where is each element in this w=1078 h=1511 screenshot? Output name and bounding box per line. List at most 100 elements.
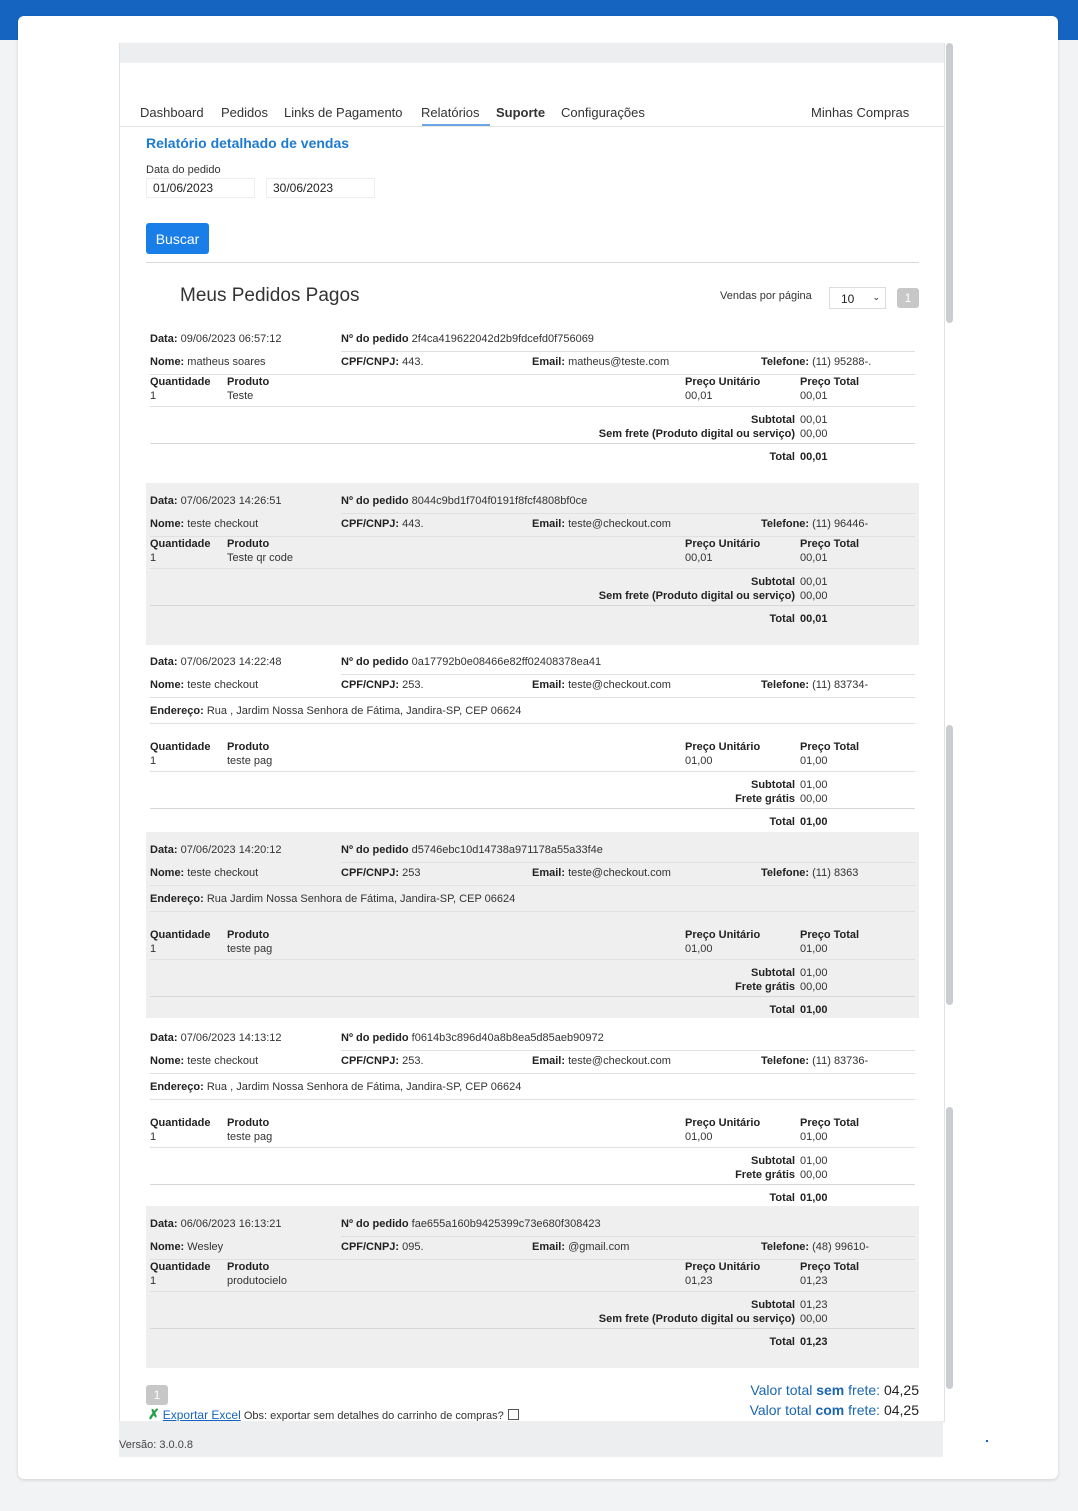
subtotal-label: Subtotal [751,414,795,426]
date-to-input[interactable] [266,178,375,198]
order-date: Data: 06/06/2023 16:13:21 [150,1218,282,1230]
version-text: Versão: 3.0.0.8 [119,1439,193,1451]
scrollbar-thumb-mid[interactable] [946,725,953,1005]
per-page-value: 10 [841,292,855,306]
item-product: teste pag [227,755,273,767]
shipping-value: 00,00 [800,428,828,440]
item-qty: 1 [150,755,157,767]
order-block: Data: 06/06/2023 16:13:21 Nº do pedido fa… [146,1206,919,1368]
nav-minhas-compras[interactable]: Minhas Compras [811,105,909,120]
shipping-label: Frete grátis [735,1169,795,1181]
item-product: teste pag [227,1131,273,1143]
total-label: Total [769,816,795,828]
shipping-value: 00,00 [800,981,828,993]
product-header: Produto [227,376,270,388]
unit-price-header: Preço Unitário [685,929,761,941]
qty-header: Quantidade [150,1261,211,1273]
order-cpf: CPF/CNPJ: 253 [341,867,421,879]
subtotal-label: Subtotal [751,1299,795,1311]
unit-price-header: Preço Unitário [685,538,761,550]
shipping-value: 00,00 [800,590,828,602]
chevron-down-icon: ⌄ [872,292,880,302]
shipping-value: 00,00 [800,1313,828,1325]
shipping-label: Sem frete (Produto digital ou serviço) [598,590,795,602]
nav-dashboard[interactable]: Dashboard [140,105,204,120]
shipping-label: Sem frete (Produto digital ou serviço) [598,1313,795,1325]
order-date: Data: 07/06/2023 14:22:48 [150,656,282,668]
search-button[interactable]: Buscar [146,223,209,254]
qty-header: Quantidade [150,1117,211,1129]
total-label: Total [769,1336,795,1348]
nav-links-pagamento[interactable]: Links de Pagamento [284,105,403,120]
item-unit-price: 01,00 [685,943,713,955]
order-email: Email: teste@checkout.com [532,518,671,530]
total-label: Total [769,1192,795,1204]
item-product: Teste [227,390,254,402]
total-label: Total [769,451,795,463]
nav-configuracoes[interactable]: Configurações [561,105,645,120]
order-block: Data: 09/06/2023 06:57:12 Nº do pedido 2f… [146,321,919,464]
export-checkbox[interactable] [507,1409,519,1420]
total-value: 01,00 [800,1004,828,1016]
item-total-price: 01,00 [800,1131,828,1143]
pagination-bottom-page[interactable]: 1 [146,1385,168,1405]
order-phone: Telefone: (11) 8363 [761,867,859,879]
order-block: Data: 07/06/2023 14:22:48 Nº do pedido 0a… [146,644,919,828]
pagination-top-page[interactable]: 1 [897,288,919,308]
list-title: Meus Pedidos Pagos [180,285,360,306]
total-value: 01,00 [800,816,828,828]
order-address: Endereço: Rua , Jardim Nossa Senhora de … [150,705,522,717]
order-address: Endereço: Rua Jardim Nossa Senhora de Fá… [150,893,516,905]
nav-suporte[interactable]: Suporte [496,105,545,120]
total-value: 01,23 [800,1336,828,1348]
scrollbar-thumb-top[interactable] [946,43,953,323]
order-date: Data: 09/06/2023 06:57:12 [150,333,282,345]
order-cpf: CPF/CNPJ: 253. [341,1055,424,1067]
scrollbar[interactable] [946,43,954,1403]
nav-relatorios[interactable]: Relatórios [421,105,480,120]
total-price-header: Preço Total [800,1261,860,1273]
item-total-price: 01,23 [800,1275,828,1287]
order-cpf: CPF/CNPJ: 095. [341,1241,424,1253]
order-customer-name: Nome: teste checkout [150,1055,259,1067]
order-phone: Telefone: (11) 96446- [761,518,869,530]
order-date: Data: 07/06/2023 14:20:12 [150,844,282,856]
nav-divider [120,126,944,127]
order-id: Nº do pedido 0a17792b0e08466e82ff0240837… [341,656,602,668]
order-phone: Telefone: (11) 83734- [761,679,869,691]
total-value: 01,00 [800,1192,828,1204]
qty-header: Quantidade [150,741,211,753]
main-card: Dashboard Pedidos Links de Pagamento Rel… [18,16,1058,1479]
product-header: Produto [227,741,270,753]
nav-pedidos[interactable]: Pedidos [221,105,268,120]
order-id: Nº do pedido 8044c9bd1f704f0191f8fcf4808… [341,495,588,507]
export-excel-link[interactable]: Exportar Excel [163,1408,241,1422]
order-customer-name: Nome: teste checkout [150,679,259,691]
order-id: Nº do pedido d5746ebc10d14738a971178a55a… [341,844,603,856]
item-total-price: 00,01 [800,390,828,402]
total-price-header: Preço Total [800,1117,860,1129]
order-email: Email: teste@checkout.com [532,1055,671,1067]
product-header: Produto [227,1261,270,1273]
order-customer-name: Nome: Wesley [150,1241,224,1253]
unit-price-header: Preço Unitário [685,376,761,388]
order-email: Email: teste@checkout.com [532,867,671,879]
order-address: Endereço: Rua , Jardim Nossa Senhora de … [150,1081,522,1093]
item-qty: 1 [150,1131,157,1143]
order-cpf: CPF/CNPJ: 443. [341,356,424,368]
report-panel: Dashboard Pedidos Links de Pagamento Rel… [119,43,945,1422]
item-qty: 1 [150,552,157,564]
qty-header: Quantidade [150,538,211,550]
date-from-input[interactable] [146,178,255,198]
subtotal-value: 00,01 [800,576,828,588]
total-price-header: Preço Total [800,741,860,753]
item-qty: 1 [150,1275,157,1287]
total-price-header: Preço Total [800,929,860,941]
per-page-select[interactable]: 10 ⌄ [829,287,886,309]
scrollbar-thumb-bottom[interactable] [946,1107,953,1389]
order-phone: Telefone: (11) 83736- [761,1055,869,1067]
order-id: Nº do pedido fae655a160b9425399c73e680f3… [341,1218,601,1230]
order-customer-name: Nome: teste checkout [150,518,259,530]
total-sem-frete-value: 04,25 [883,1382,919,1398]
item-total-price: 01,00 [800,943,828,955]
